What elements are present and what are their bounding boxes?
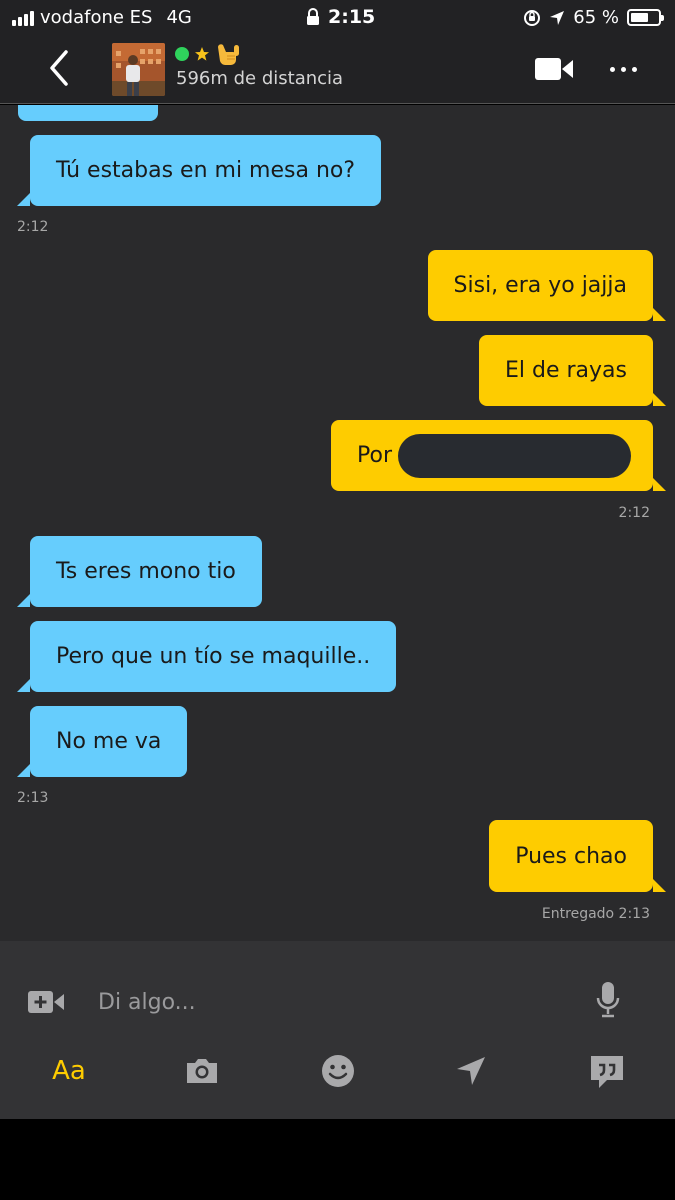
status-right: 65 % (523, 7, 664, 28)
battery-level (631, 13, 648, 22)
status-left: vodafone ES 4G (12, 7, 192, 28)
delivery-status: Entregado 2:13 (541, 906, 650, 922)
message-text: Sisi, era yo jajja (453, 273, 627, 298)
message-input[interactable] (98, 985, 548, 1019)
message-text: Por (357, 443, 392, 468)
camera-icon[interactable] (184, 1049, 220, 1093)
message-text: El de rayas (505, 358, 627, 383)
compose-bar: Aa (0, 941, 675, 1119)
star-icon (195, 47, 209, 61)
carrier-name: vodafone ES (40, 7, 153, 28)
message-timestamp: 2:13 (17, 790, 49, 806)
message-bubble-outgoing[interactable]: Pues chao (489, 820, 666, 892)
message-bubble-incoming[interactable] (18, 105, 158, 121)
message-timestamp: 2:12 (618, 505, 650, 521)
redaction-block (398, 433, 631, 478)
send-location-icon[interactable] (454, 1049, 488, 1093)
message-text: No me va (56, 729, 162, 754)
message-bubble-incoming[interactable]: No me va (16, 706, 188, 777)
add-video-icon[interactable] (27, 988, 65, 1016)
message-text: Ts eres mono tio (56, 559, 236, 584)
rotation-lock-icon (524, 9, 541, 26)
message-bubble-incoming[interactable]: Tú estabas en mi mesa no? (16, 135, 382, 206)
back-button[interactable] (40, 46, 80, 90)
status-bar: vodafone ES 4G 2:15 65 % (0, 0, 675, 34)
home-indicator-area (0, 1119, 675, 1200)
status-center: 2:15 (306, 6, 375, 28)
message-bubble-outgoing[interactable]: Por (331, 420, 666, 491)
more-options-button[interactable] (604, 59, 642, 79)
message-bubble-incoming[interactable]: Ts eres mono tio (17, 536, 262, 607)
avatar[interactable] (112, 43, 165, 96)
message-bubble-incoming[interactable]: Pero que un tío se maquille.. (16, 621, 397, 692)
message-bubble-outgoing[interactable]: El de rayas (479, 335, 666, 406)
lock-icon (307, 8, 319, 25)
location-arrow-icon (550, 10, 565, 25)
microphone-icon[interactable] (595, 981, 621, 1019)
network-type: 4G (166, 7, 192, 28)
status-time: 2:15 (328, 6, 376, 28)
signal-strength-icon (12, 10, 34, 26)
online-status-dot (175, 47, 189, 61)
battery-icon (627, 9, 664, 26)
chat-thread[interactable]: Tú estabas en mi mesa no? 2:12 Sisi, era… (0, 105, 675, 941)
video-camera-icon[interactable] (534, 56, 574, 82)
text-style-button[interactable]: Aa (48, 1049, 90, 1093)
compose-toolbar: Aa (0, 1049, 675, 1093)
presence-indicators (175, 42, 241, 66)
message-text: Pues chao (515, 843, 627, 869)
call-me-hand-emoji (218, 44, 239, 65)
more-dots-icon (609, 66, 615, 72)
message-timestamp: 2:12 (17, 219, 49, 235)
message-text: Tú estabas en mi mesa no? (56, 158, 356, 183)
saved-phrases-icon[interactable] (588, 1049, 626, 1093)
emoji-icon[interactable] (320, 1049, 356, 1093)
message-text: Pero que un tío se maquille.. (56, 644, 371, 669)
battery-percent: 65 % (573, 7, 619, 28)
message-bubble-outgoing[interactable]: Sisi, era yo jajja (427, 250, 667, 321)
chat-header: 596m de distancia (0, 34, 675, 104)
distance-label: 596m de distancia (176, 68, 344, 89)
